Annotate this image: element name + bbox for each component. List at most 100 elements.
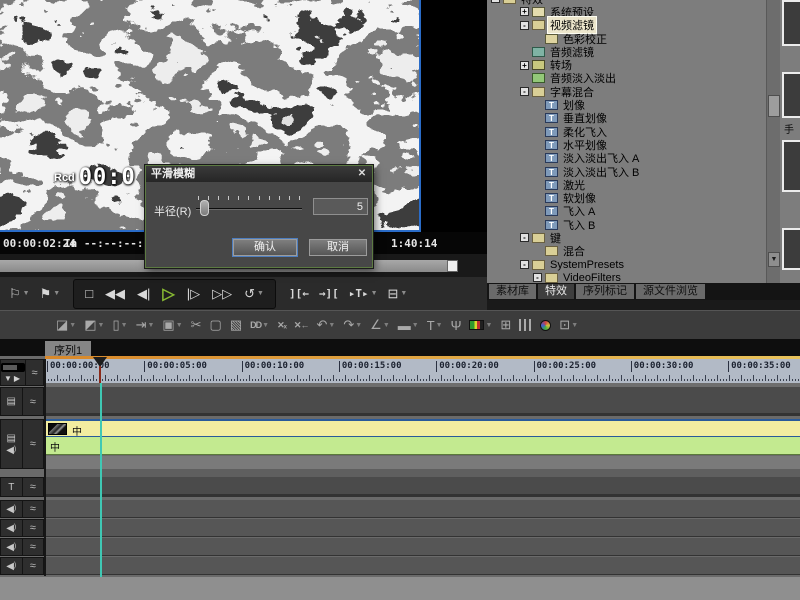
tree-item[interactable]: T划像	[487, 98, 766, 111]
tree-expander-icon[interactable]: -	[533, 273, 542, 282]
scrub-position-handle[interactable]	[447, 260, 458, 272]
tree-item[interactable]: 音频淡入淡出	[487, 72, 766, 85]
save-button[interactable]: ▣▼	[162, 317, 182, 333]
color-wheel-button[interactable]	[540, 320, 551, 331]
play-button[interactable]: ▷	[159, 282, 177, 306]
palette-tab[interactable]: 特效	[538, 284, 574, 299]
tree-item[interactable]: +转场	[487, 58, 766, 71]
new-sequence-button[interactable]: ▯▼	[112, 317, 127, 333]
mark-out-button[interactable]: ⚑▼	[37, 284, 64, 304]
tree-expander-icon[interactable]: -	[520, 87, 529, 96]
ripple-cut-button[interactable]: ✕ₓ	[277, 320, 286, 331]
tree-expander-icon[interactable]: -	[491, 0, 500, 3]
undo-button[interactable]: ↶▼	[316, 317, 335, 333]
close-icon[interactable]: ✕	[355, 167, 369, 180]
ripple-delete-button[interactable]: ✕←	[294, 320, 309, 331]
palette-tab[interactable]: 源文件浏览	[636, 284, 705, 299]
tree-expander-icon[interactable]: +	[520, 7, 529, 16]
copy-button[interactable]: ▢	[210, 317, 222, 333]
key-button[interactable]: ◩▼	[84, 317, 104, 333]
tree-expander-icon[interactable]: -	[520, 21, 529, 30]
slider-track[interactable]	[196, 208, 302, 210]
frame-forward-button[interactable]: |▷	[184, 284, 203, 304]
audio-track-header[interactable]: ◀≈	[0, 557, 44, 575]
duplicate-button[interactable]: DD▼	[250, 320, 269, 330]
radius-slider[interactable]	[196, 196, 302, 222]
effect-thumbnail[interactable]	[782, 228, 800, 270]
audio-track-header[interactable]: ◀≈	[0, 538, 44, 556]
video-track-header[interactable]: ▤ ≈	[0, 387, 44, 416]
mark-in-button[interactable]: ⚐▼	[6, 284, 33, 304]
audio-track-lane[interactable]	[46, 519, 800, 537]
title-track-header[interactable]: T ≈	[0, 477, 44, 497]
paste-button[interactable]: ▧	[230, 317, 242, 333]
cut-button[interactable]: ✂	[191, 317, 202, 333]
mixer-button[interactable]	[519, 319, 532, 331]
tree-item[interactable]: -VideoFilters	[487, 271, 766, 283]
timeline-ruler[interactable]: 00:00:00:0000:00:05:0000:00:10:0000:00:1…	[45, 359, 800, 383]
film-button[interactable]: ▬▼	[398, 318, 419, 333]
goto-in-button[interactable]: ][←	[286, 285, 312, 302]
tree-item[interactable]: T软划像	[487, 191, 766, 204]
tree-item[interactable]: 混合	[487, 245, 766, 258]
audio-track-header[interactable]: ◀≈	[0, 519, 44, 537]
audio-track-header[interactable]: ◀≈	[0, 500, 44, 518]
scrollbar-thumb[interactable]	[768, 95, 780, 117]
tree-item[interactable]: -字幕混合	[487, 85, 766, 98]
audio-track-lane[interactable]	[46, 500, 800, 518]
expand-collapse-icons[interactable]: ▼▶	[4, 374, 22, 383]
tree-item[interactable]: T飞入 B	[487, 218, 766, 231]
render-button[interactable]: ▼	[469, 320, 492, 330]
tree-expander-icon[interactable]: -	[520, 260, 529, 269]
radius-value-field[interactable]	[313, 198, 368, 215]
video-track-lane[interactable]	[46, 387, 800, 416]
va-mixer-lane[interactable]	[46, 456, 800, 469]
frame-back-button[interactable]: ◀|	[134, 284, 153, 304]
va-track-header[interactable]: ▤ ◀ ≈	[0, 419, 44, 469]
title-track-lane[interactable]	[46, 477, 800, 497]
layout-button[interactable]: ⊡▼	[559, 317, 578, 333]
play-around-button[interactable]: ▸T▸▼	[346, 285, 381, 302]
cancel-button[interactable]: 取消	[309, 239, 367, 256]
tree-item[interactable]: T激光	[487, 178, 766, 191]
audio-track-lane[interactable]	[46, 538, 800, 556]
tree-item[interactable]: T飞入 A	[487, 205, 766, 218]
sync-column-header[interactable]: ≈	[25, 360, 43, 385]
tree-item[interactable]: -SystemPresets	[487, 258, 766, 271]
fast-forward-button[interactable]: ▷▷	[209, 284, 235, 304]
export-button[interactable]: ⊟▼	[385, 284, 411, 304]
effect-thumbnail[interactable]	[782, 140, 800, 192]
tree-item[interactable]: 音频滤镜	[487, 45, 766, 58]
redo-button[interactable]: ↷▼	[343, 317, 362, 333]
audio-track-lane[interactable]	[46, 557, 800, 575]
tree-scrollbar[interactable]: ▼	[766, 0, 780, 283]
tree-item[interactable]: -键	[487, 231, 766, 244]
tree-expander-icon[interactable]: -	[520, 233, 529, 242]
tree-expander-icon[interactable]: +	[520, 61, 529, 70]
track-mode-controls[interactable]: ▼▶	[1, 360, 25, 385]
tree-item[interactable]: T柔化飞入	[487, 125, 766, 138]
tree-item[interactable]: +系统预设	[487, 5, 766, 18]
title-button[interactable]: T▼	[427, 318, 443, 333]
loop-button[interactable]: ↺▼	[241, 284, 267, 304]
sequence-tab[interactable]: 序列1	[45, 341, 91, 356]
tree-item[interactable]: T淡入淡出飞入 B	[487, 165, 766, 178]
tree-item[interactable]: 色彩校正	[487, 32, 766, 45]
tree-item[interactable]: T垂直划像	[487, 112, 766, 125]
slider-thumb[interactable]	[200, 200, 209, 216]
transition-button[interactable]: ◪▼	[56, 317, 76, 333]
palette-tab[interactable]: 序列标记	[576, 284, 634, 299]
tree-item[interactable]: -视频滤镜	[487, 19, 766, 32]
goto-out-button[interactable]: →][	[316, 285, 342, 302]
scrollbar-down-icon[interactable]: ▼	[768, 252, 780, 267]
video-clip[interactable]: 中	[46, 419, 800, 437]
add-clip-button[interactable]: ⇥▼	[136, 317, 155, 333]
effect-thumbnail[interactable]	[782, 0, 800, 46]
effect-thumbnail[interactable]	[782, 72, 800, 118]
trim-mode-button[interactable]: ∠▼	[370, 317, 390, 333]
palette-tab[interactable]: 素材库	[489, 284, 536, 299]
multicam-button[interactable]: ⊞	[500, 317, 511, 333]
voiceover-button[interactable]: Ψ	[451, 318, 462, 333]
confirm-button[interactable]: 确认	[233, 239, 297, 256]
stop-button[interactable]: □	[82, 284, 96, 303]
